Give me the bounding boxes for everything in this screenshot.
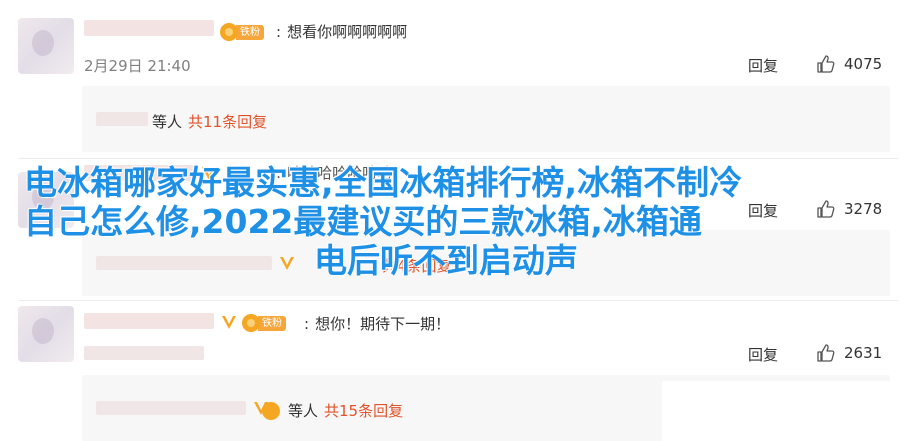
avatar[interactable]: [18, 18, 74, 74]
replier-names-blurred: [96, 401, 246, 415]
comment-body: 想看你啊啊啊啊啊: [287, 23, 408, 41]
comment-body: 想你！期待下一期！: [315, 315, 451, 333]
thumbs-up-icon: [817, 344, 835, 362]
fan-medal-icon: [242, 314, 260, 332]
fan-badge-label: 铁粉: [236, 24, 264, 40]
timestamp: 2月29日 21:40: [84, 57, 191, 75]
comment-text: : 想你！期待下一期！: [304, 315, 451, 333]
username-blurred[interactable]: [84, 313, 214, 329]
thumbs-up-icon: [817, 55, 835, 73]
corner-mask: [662, 381, 916, 441]
overlay-line-1: 电冰箱哪家好最实惠,全国冰箱排行榜,冰箱不制冷: [24, 163, 743, 202]
sub-reply-count-link[interactable]: 共15条回复: [324, 400, 403, 421]
fan-badge: 铁粉: [242, 314, 286, 332]
avatar[interactable]: [18, 306, 74, 362]
like-button[interactable]: 4075: [816, 54, 882, 74]
comment-text: : 想看你啊啊啊啊啊: [276, 23, 408, 41]
like-count: 4075: [844, 55, 883, 73]
timestamp-blurred: [84, 346, 204, 360]
sub-reply-who: 等人: [152, 113, 183, 131]
reply-button[interactable]: 回复: [748, 55, 778, 76]
divider: [18, 300, 898, 301]
sub-reply-box[interactable]: 等人 共11条回复: [82, 86, 890, 152]
divider: [18, 158, 898, 159]
like-count: 2631: [844, 344, 883, 362]
overlay-headline: 电冰箱哪家好最实惠,全国冰箱排行榜,冰箱不制冷 自己怎么修,2022最建议买的三…: [24, 163, 884, 280]
fan-medal-icon: [220, 23, 238, 41]
overlay-line-3: 电后听不到启动声: [314, 241, 578, 280]
fan-badge: 铁粉: [220, 23, 264, 41]
replier-names-blurred: [96, 112, 148, 126]
sub-reply-who: 等人: [288, 402, 319, 420]
fan-badge-label: 铁粉: [258, 315, 286, 331]
fan-medal-icon: [262, 401, 280, 420]
vip-v-icon: [222, 316, 236, 329]
overlay-line-2: 自己怎么修,2022最建议买的三款冰箱,冰箱通: [24, 202, 702, 241]
like-button[interactable]: 2631: [816, 343, 882, 363]
username-blurred[interactable]: [84, 20, 214, 36]
reply-button[interactable]: 回复: [748, 344, 778, 365]
sub-reply-count-link[interactable]: 共11条回复: [188, 111, 267, 132]
